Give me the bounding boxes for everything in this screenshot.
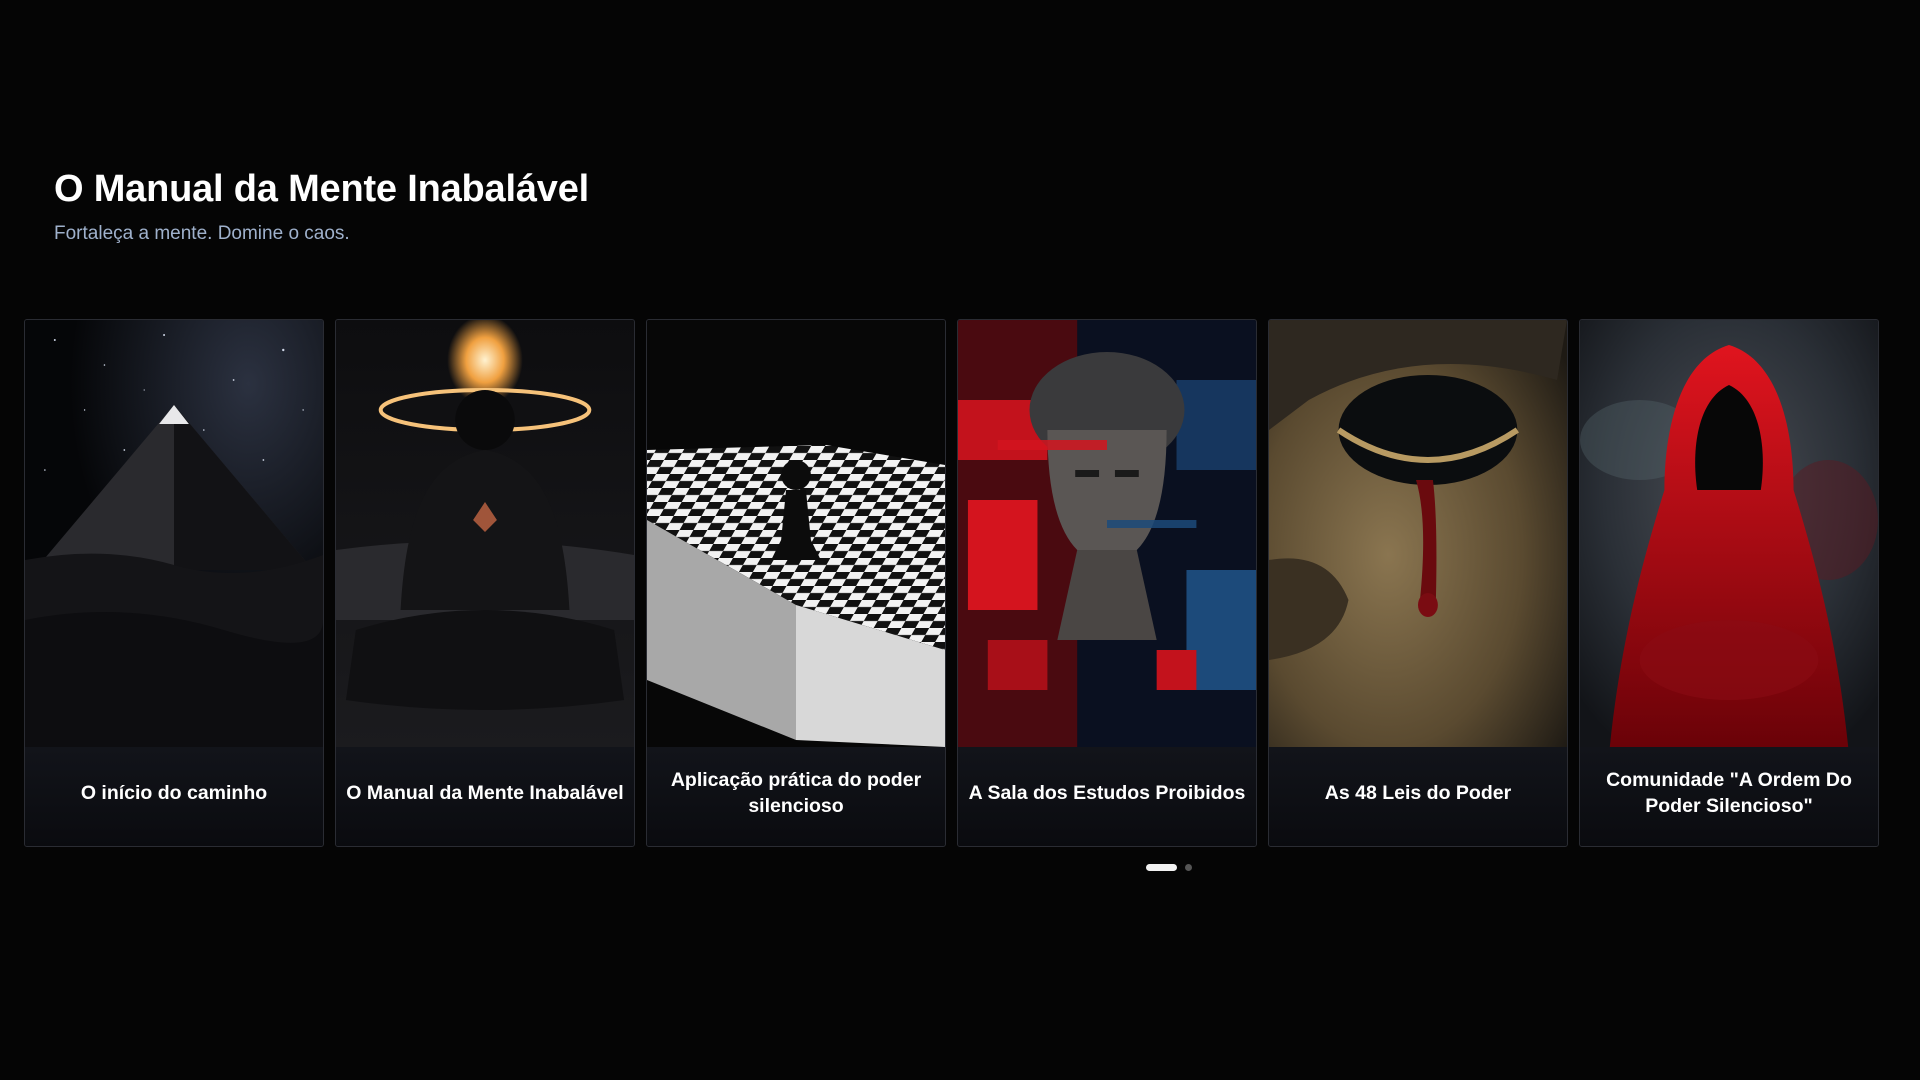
- pagination-dot[interactable]: [1185, 864, 1192, 871]
- card-image-golden-mask: [1269, 320, 1567, 747]
- module-card-manual-mente-inabalavel[interactable]: O Manual da Mente Inabalável: [335, 319, 635, 847]
- module-card-inicio-do-caminho[interactable]: O início do caminho: [24, 319, 324, 847]
- card-title: As 48 Leis do Poder: [1269, 747, 1567, 846]
- card-image-meditating-figure: [336, 320, 634, 747]
- carousel-pagination: [1146, 864, 1192, 871]
- card-image-chess-pawn: [647, 320, 945, 747]
- page-subtitle: Fortaleça a mente. Domine o caos.: [54, 223, 350, 244]
- card-image-glitched-bust: [958, 320, 1256, 747]
- module-card-48-leis-do-poder[interactable]: As 48 Leis do Poder: [1268, 319, 1568, 847]
- card-title: A Sala dos Estudos Proibidos: [958, 747, 1256, 846]
- module-carousel: O início do caminho O Manual da Mente In…: [24, 319, 1879, 847]
- module-card-aplicacao-pratica[interactable]: Aplicação prática do poder silencioso: [646, 319, 946, 847]
- card-title: Comunidade "A Ordem Do Poder Silencioso": [1580, 747, 1878, 846]
- card-title: O Manual da Mente Inabalável: [336, 747, 634, 846]
- section-header: O Manual da Mente Inabalável Fortaleça a…: [54, 168, 589, 245]
- card-image-red-hooded-figure: [1580, 320, 1878, 747]
- card-title: O início do caminho: [25, 747, 323, 846]
- card-image-pyramid: [25, 320, 323, 747]
- pagination-dot-active[interactable]: [1146, 864, 1177, 871]
- module-card-sala-estudos-proibidos[interactable]: A Sala dos Estudos Proibidos: [957, 319, 1257, 847]
- module-card-comunidade-ordem[interactable]: Comunidade "A Ordem Do Poder Silencioso": [1579, 319, 1879, 847]
- card-title: Aplicação prática do poder silencioso: [647, 747, 945, 846]
- page-title: O Manual da Mente Inabalável: [54, 168, 589, 210]
